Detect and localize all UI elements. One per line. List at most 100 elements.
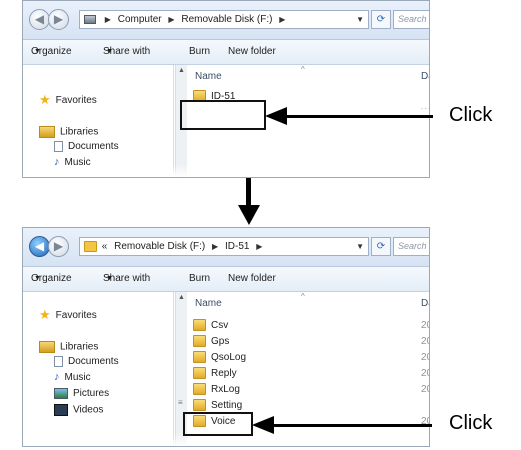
column-date-modified[interactable]: Date m: [421, 298, 429, 309]
folder-icon: [193, 383, 206, 396]
drive-icon: [84, 14, 96, 24]
burn-button[interactable]: Burn: [189, 267, 210, 291]
chevron-right-icon: ▶: [256, 242, 263, 251]
back-button[interactable]: ◀: [29, 9, 50, 30]
nav-item-favorites[interactable]: ★ Favorites: [39, 92, 97, 108]
file-name: QsoLog: [211, 352, 247, 363]
arrow-head-left: [265, 107, 287, 125]
nav-label: Libraries: [60, 341, 99, 353]
chevron-right-icon: ▶: [168, 15, 175, 24]
arrow-head-left: [252, 416, 274, 434]
scroll-up-icon[interactable]: ▲: [178, 294, 185, 301]
date-fragment: - - - - - - -: [421, 106, 429, 112]
refresh-icon[interactable]: ⟳: [371, 237, 391, 256]
list-item-qsolog[interactable]: QsoLog: [193, 350, 246, 365]
column-name[interactable]: Name: [195, 71, 222, 82]
arrow-line: [285, 115, 433, 118]
file-name: Gps: [211, 336, 230, 347]
chevron-down-icon[interactable]: ▼: [356, 238, 364, 255]
new-folder-button[interactable]: New folder: [228, 267, 276, 291]
navigation-pane: ★ Favorites Libraries Documents ♪ Music: [23, 65, 174, 177]
list-item-reply[interactable]: Reply: [193, 366, 237, 381]
column-name[interactable]: Name: [195, 298, 222, 309]
nav-label: Pictures: [73, 388, 110, 400]
nav-item-documents[interactable]: Documents: [54, 141, 119, 152]
command-bar: Organize ▼ Share with ▼ Burn New folder: [23, 40, 429, 65]
list-item-rxlog[interactable]: RxLog: [193, 382, 240, 397]
nav-item-pictures[interactable]: Pictures: [54, 388, 109, 399]
folder-icon: [84, 240, 97, 252]
date-modified-cell: 2012/0: [421, 320, 429, 331]
libraries-icon: [39, 341, 55, 353]
videos-icon: [54, 404, 68, 416]
nav-item-music[interactable]: ♪ Music: [54, 372, 91, 383]
navigation-pane: ★ Favorites Libraries Documents ♪ Music Pi…: [23, 292, 174, 446]
chevron-right-icon: ▶: [279, 15, 286, 24]
folder-icon: [193, 319, 206, 332]
click-label-bottom: Click: [449, 412, 493, 434]
search-input[interactable]: Search ID-: [393, 237, 429, 256]
breadcrumb-id51[interactable]: ID-51: [225, 241, 249, 252]
address-bar-area: ◀ ▶ « Removable Disk (F:) ▶ ID-51 ▶ ▼ ⟳ …: [23, 228, 429, 267]
list-item-gps[interactable]: Gps: [193, 334, 229, 349]
date-modified-cell: 2012/0: [421, 352, 429, 363]
star-icon: ★: [39, 307, 51, 323]
chevron-right-icon: ▶: [104, 15, 111, 24]
click-label-top: Click: [449, 104, 493, 126]
music-icon: ♪: [54, 371, 60, 384]
explorer-window-removable-disk: ◀ ▶ ▶ Computer ▶ Removable Disk (F:) ▶ ▼…: [22, 0, 430, 178]
breadcrumb-removable-disk[interactable]: Removable Disk (F:): [114, 241, 205, 252]
command-bar: Organize ▼ Share with ▼ Burn New folder: [23, 267, 429, 292]
date-modified-cell: 2012/1: [421, 384, 429, 395]
address-bar-area: ◀ ▶ ▶ Computer ▶ Removable Disk (F:) ▶ ▼…: [23, 1, 429, 40]
list-item-csv[interactable]: Csv: [193, 318, 228, 333]
back-button[interactable]: ◀: [29, 236, 50, 257]
documents-icon: [54, 356, 63, 367]
chevron-down-icon: ▼: [34, 48, 41, 55]
list-item-setting[interactable]: Setting: [193, 398, 242, 413]
chevron-down-icon: ▼: [106, 275, 113, 282]
chevron-down-icon[interactable]: ▼: [356, 11, 364, 28]
pictures-icon: [54, 388, 68, 399]
chevron-right-icon: ▶: [212, 242, 219, 251]
chevron-down-icon: ▼: [106, 48, 113, 55]
nav-item-libraries[interactable]: Libraries: [39, 341, 98, 353]
highlight-box-setting: [183, 412, 253, 436]
date-modified-cell: 2012/0: [421, 336, 429, 347]
nav-label: Libraries: [60, 126, 99, 138]
file-name: Setting: [211, 400, 243, 411]
nav-item-videos[interactable]: Videos: [54, 404, 103, 416]
arrow-line: [272, 424, 432, 427]
star-icon: ★: [39, 92, 51, 108]
nav-item-favorites[interactable]: ★ Favorites: [39, 307, 97, 323]
column-date-modified[interactable]: Date m: [421, 71, 429, 82]
documents-icon: [54, 141, 63, 152]
date-modified-cell: 2012/0: [421, 368, 429, 379]
breadcrumb-removable-disk[interactable]: Removable Disk (F:): [181, 14, 272, 25]
breadcrumb-computer[interactable]: Computer: [118, 14, 162, 25]
nav-item-documents[interactable]: Documents: [54, 356, 119, 367]
forward-button[interactable]: ▶: [48, 9, 69, 30]
folder-icon: [193, 399, 206, 412]
nav-label: Documents: [68, 141, 119, 153]
file-name: RxLog: [211, 384, 240, 395]
sort-caret-icon: ^: [301, 292, 305, 301]
nav-label: Music: [64, 372, 91, 383]
scroll-grip-icon[interactable]: ≡: [178, 398, 183, 407]
nav-label: Favorites: [55, 95, 97, 106]
nav-label: Favorites: [55, 310, 97, 321]
sort-caret-icon: ^: [301, 65, 305, 74]
nav-label: Documents: [68, 356, 119, 368]
down-arrow-icon: [238, 205, 260, 225]
breadcrumb[interactable]: ▶ Computer ▶ Removable Disk (F:) ▶ ▼: [79, 10, 369, 29]
new-folder-button[interactable]: New folder: [228, 40, 276, 64]
refresh-icon[interactable]: ⟳: [371, 10, 391, 29]
breadcrumb[interactable]: « Removable Disk (F:) ▶ ID-51 ▶ ▼: [79, 237, 369, 256]
search-input[interactable]: Search Rem: [393, 10, 429, 29]
forward-button[interactable]: ▶: [48, 236, 69, 257]
nav-item-libraries[interactable]: Libraries: [39, 126, 98, 138]
breadcrumb-overflow[interactable]: «: [102, 241, 108, 252]
scroll-up-icon[interactable]: ▲: [178, 67, 185, 74]
burn-button[interactable]: Burn: [189, 40, 210, 64]
libraries-icon: [39, 126, 55, 138]
